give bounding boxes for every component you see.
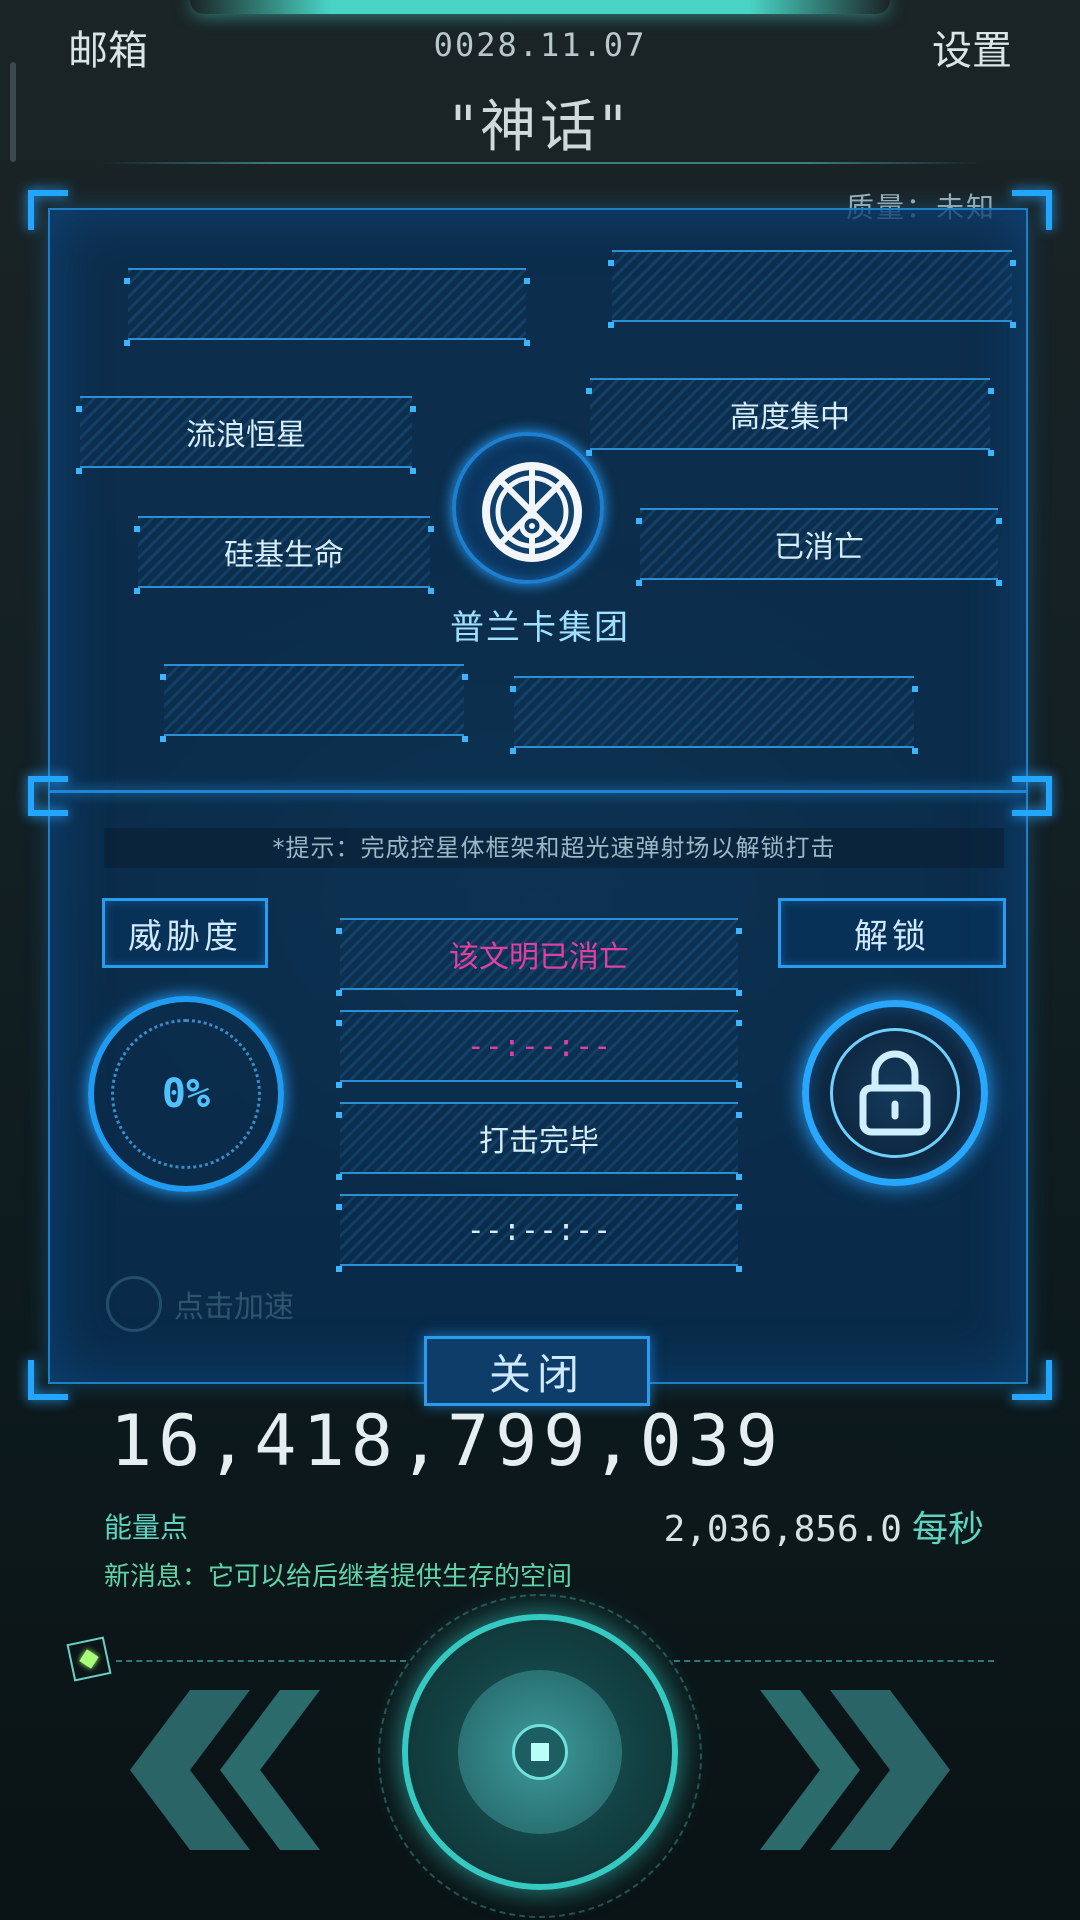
top-glow-bar <box>190 0 890 14</box>
status-row-text: 打击完毕 <box>479 1124 599 1159</box>
game-screen: 邮箱 0028.11.07 设置 "神话" 质量：未知 流浪恒星 高度集中 硅基… <box>0 0 1080 1920</box>
settings-button[interactable]: 设置 <box>932 18 1012 76</box>
panel-corner <box>1012 190 1052 230</box>
status-row: 该文明已消亡 <box>336 918 742 996</box>
news-ticker[interactable]: 新消息：它可以给后继者提供生存的空间 <box>104 1556 572 1593</box>
lock-button[interactable] <box>802 1000 988 1186</box>
close-button[interactable]: 关闭 <box>424 1336 650 1406</box>
energy-rate-value: 2,036,856.0 <box>663 1509 902 1550</box>
status-row: --:--:-- <box>336 1010 742 1088</box>
attribute-slot: 硅基生命 <box>134 516 434 594</box>
panel-corner <box>1012 776 1052 816</box>
padlock-icon <box>830 1028 960 1158</box>
dashed-line <box>674 1660 994 1662</box>
threat-gauge: 0% <box>88 996 284 1192</box>
attribute-slot: 已消亡 <box>636 508 1002 586</box>
status-row: 打击完毕 <box>336 1102 742 1180</box>
energy-rate: 2,036,856.0 每秒 <box>664 1500 984 1552</box>
threat-label: 威胁度 <box>102 898 268 968</box>
energy-points-label: 能量点 <box>104 1511 189 1544</box>
attribute-slot: 流浪恒星 <box>76 396 416 474</box>
panel-corner <box>28 190 68 230</box>
panel-corner <box>28 776 68 816</box>
attribute-slot <box>124 268 530 346</box>
orb-core <box>512 1724 568 1780</box>
energy-points-value: 16,418,799,039 <box>110 1400 785 1482</box>
status-row-text: 该文明已消亡 <box>449 940 629 975</box>
gem-icon[interactable] <box>66 1636 112 1682</box>
double-chevron-left-icon[interactable] <box>100 1690 320 1850</box>
panel-corner <box>28 1360 68 1400</box>
unlock-button[interactable]: 解锁 <box>778 898 1006 968</box>
speed-up-icon <box>106 1276 162 1332</box>
energy-rate-unit: 每秒 <box>911 1509 984 1550</box>
game-date: 0028.11.07 <box>433 26 647 64</box>
unlock-hint: *提示：完成控星体框架和超光速弹射场以解锁打击 <box>104 828 1004 868</box>
status-row-text: --:--:-- <box>466 1028 612 1064</box>
status-row-text: --:--:-- <box>466 1212 612 1248</box>
double-chevron-right-icon[interactable] <box>760 1690 980 1850</box>
status-row: --:--:-- <box>336 1194 742 1272</box>
panel-divider <box>48 790 1028 793</box>
attribute-slot <box>160 664 468 742</box>
speed-up-button[interactable]: 点击加速 <box>106 1276 294 1332</box>
dashed-line <box>116 1660 406 1662</box>
threat-value: 0% <box>111 1019 261 1169</box>
civilization-name: 普兰卡集团 <box>450 608 630 648</box>
speed-up-label: 点击加速 <box>174 1290 294 1325</box>
attribute-slot: 高度集中 <box>586 378 994 456</box>
page-title: "神话" <box>450 95 630 160</box>
panel-corner <box>1012 1360 1052 1400</box>
attribute-slot <box>510 676 918 754</box>
center-orb-button-icon[interactable] <box>402 1614 678 1890</box>
attribute-slot <box>608 250 1016 328</box>
civilization-emblem-icon[interactable] <box>452 432 604 584</box>
title-divider <box>100 162 980 164</box>
